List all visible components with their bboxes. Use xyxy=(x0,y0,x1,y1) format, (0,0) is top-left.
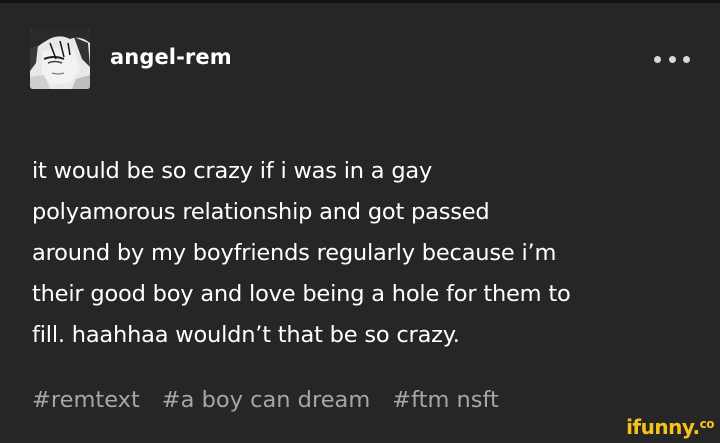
watermark-text: ifunny. xyxy=(626,415,700,439)
ellipsis-icon[interactable] xyxy=(654,49,690,69)
tag-remtext[interactable]: #remtext xyxy=(32,384,140,416)
ellipsis-dot xyxy=(668,55,676,63)
post-body-line: fill. haahhaa wouldn’t that be so crazy. xyxy=(32,322,460,348)
post-body-line: their good boy and love being a hole for… xyxy=(32,281,571,307)
post-tags: #remtext #a boy can dream #ftm nsft xyxy=(32,384,499,416)
ellipsis-dot xyxy=(683,55,690,63)
tag-a-boy-can-dream[interactable]: #a boy can dream xyxy=(162,384,370,416)
post-body: it would be so crazy if i was in a gay p… xyxy=(32,151,698,356)
post-body-line: around by my boyfriends regularly becaus… xyxy=(32,240,557,266)
avatar-image xyxy=(30,29,90,89)
tag-ftm-nsft[interactable]: #ftm nsft xyxy=(392,384,499,416)
post-header: angel-rem xyxy=(30,27,232,91)
post-body-line: polyamorous relationship and got passed xyxy=(32,199,490,225)
post-card: angel-rem it would be so crazy if i was … xyxy=(0,0,720,443)
ellipsis-dot xyxy=(654,55,661,63)
ifunny-watermark: ifunny.co xyxy=(626,415,714,439)
post-body-line: it would be so crazy if i was in a gay xyxy=(32,158,433,184)
avatar[interactable] xyxy=(30,29,90,89)
watermark-suffix: co xyxy=(699,417,715,431)
username[interactable]: angel-rem xyxy=(110,45,232,69)
